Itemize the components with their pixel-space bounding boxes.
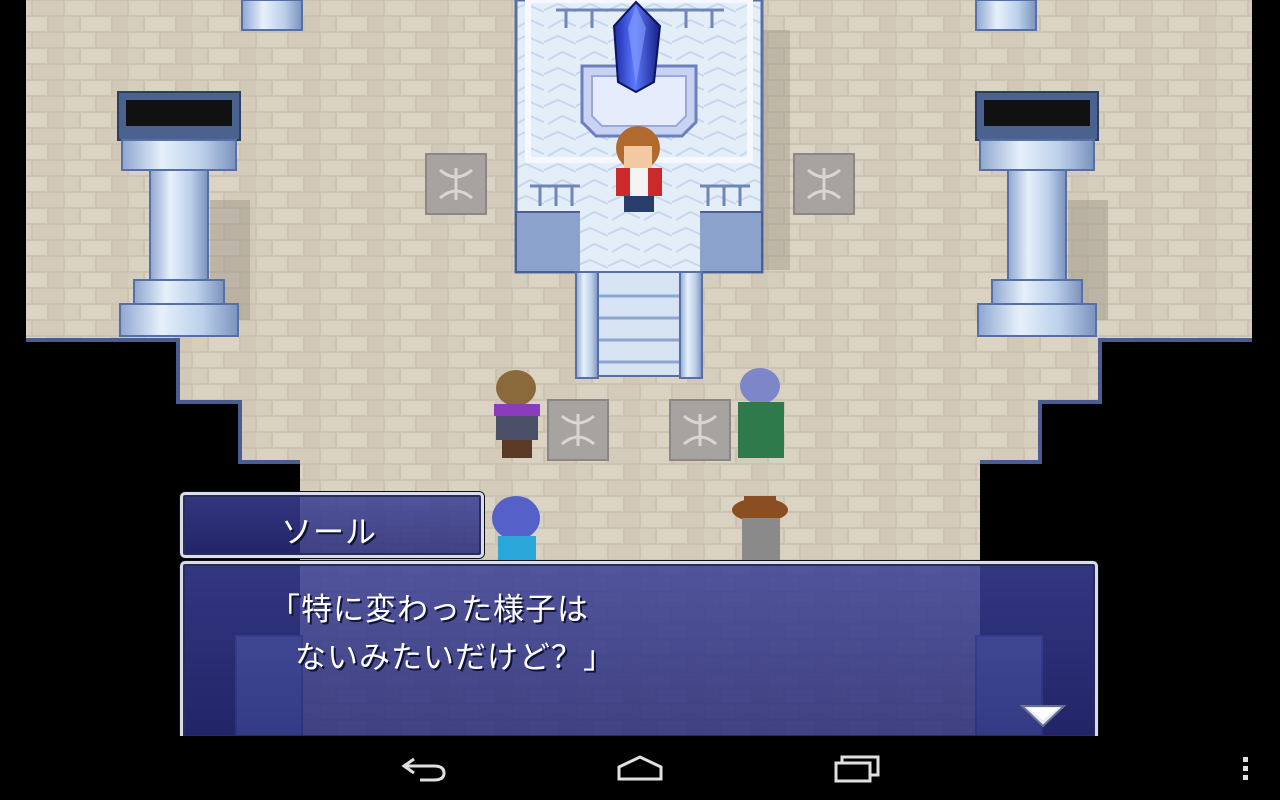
speaker-name-window: ソール [180, 492, 484, 558]
dialogue-line-1: 「特に変わった様子は [269, 592, 589, 628]
home-button[interactable] [600, 746, 680, 790]
back-arrow-icon [401, 757, 446, 782]
system-navigation-bar [0, 736, 1280, 800]
back-button[interactable] [384, 746, 464, 790]
recent-apps-icon [834, 755, 880, 783]
dialogue-message-window[interactable]: 「特に変わった様子は ないみたいだけど？」 [180, 561, 1098, 736]
recent-apps-button[interactable] [817, 746, 897, 790]
game-screen[interactable]: ソール 「特に変わった様子は ないみたいだけど？」 [0, 0, 1280, 736]
speaker-name: ソール [281, 515, 377, 551]
overflow-menu-icon [1243, 757, 1248, 780]
overflow-menu-button[interactable] [1230, 746, 1260, 790]
dialogue-line-2: ないみたいだけど？」 [295, 640, 615, 676]
down-triangle-icon[interactable] [1020, 704, 1066, 728]
home-icon [617, 755, 663, 781]
